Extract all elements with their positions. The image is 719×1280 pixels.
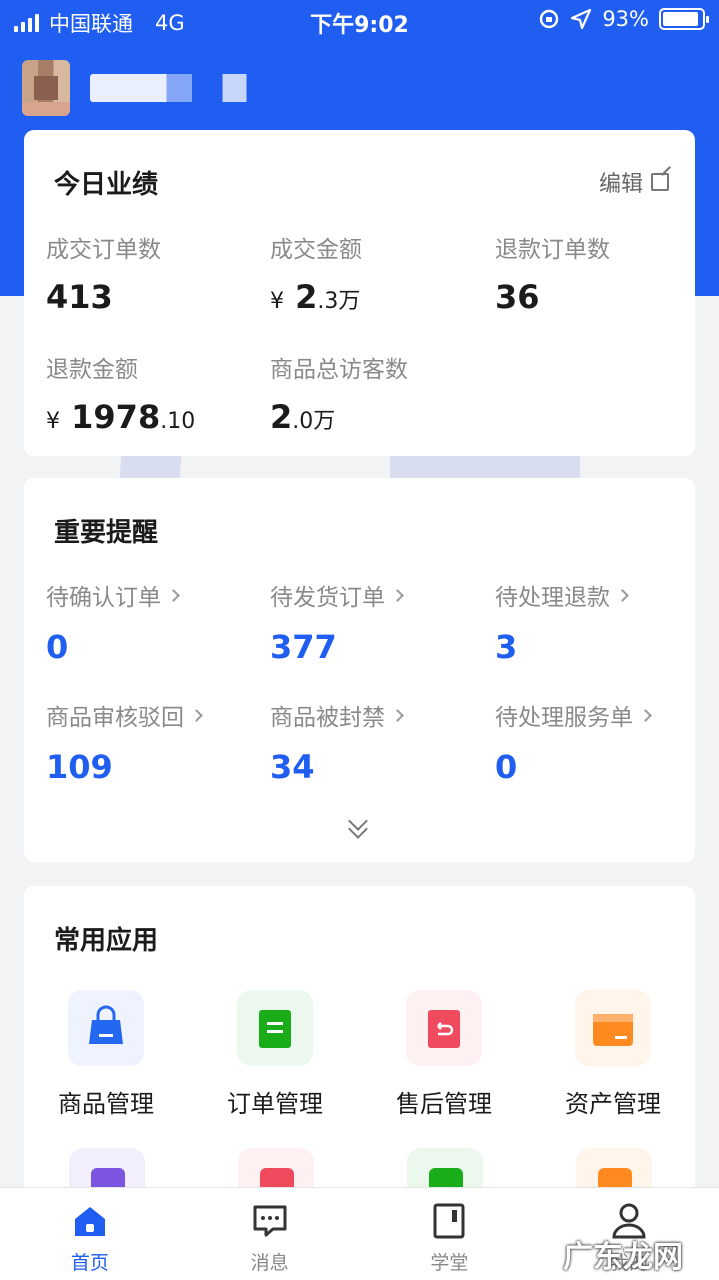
nav-home[interactable]: 首页 xyxy=(0,1188,180,1280)
reminder-label: 待发货订单 xyxy=(270,585,385,611)
nav-label: 学堂 xyxy=(430,1252,469,1274)
status-bar: 中国联通 4G 下午9:02 93% xyxy=(0,0,719,40)
reminder-review-rejected[interactable]: 商品审核驳回 109 xyxy=(46,698,203,786)
reminder-value: 377 xyxy=(270,628,337,666)
wallet-icon xyxy=(593,1014,633,1046)
reminder-value: 3 xyxy=(495,628,518,666)
reminder-label: 待确认订单 xyxy=(46,585,161,611)
app-order-management[interactable]: 订单管理 xyxy=(200,990,350,1119)
reminder-value: 34 xyxy=(270,748,315,786)
location-arrow-icon xyxy=(571,8,592,30)
message-icon xyxy=(251,1202,289,1240)
battery-percent: 93% xyxy=(602,7,649,31)
reminder-value: 0 xyxy=(46,628,69,666)
nav-messages[interactable]: 消息 xyxy=(180,1188,360,1280)
stat-value: 2.0万 xyxy=(270,398,336,436)
book-icon xyxy=(430,1202,468,1240)
reminder-value: 109 xyxy=(46,748,113,786)
stat-value: 36 xyxy=(495,278,540,316)
stat-amount[interactable]: 成交金额 ¥ 2.3万 xyxy=(270,230,362,316)
expand-down-icon[interactable] xyxy=(348,811,370,840)
reminder-pending-refund[interactable]: 待处理退款 3 xyxy=(495,578,629,666)
stat-refund-orders[interactable]: 退款订单数 36 xyxy=(495,230,610,316)
nav-school[interactable]: 学堂 xyxy=(360,1188,540,1280)
stat-value: ¥ 1978.10 xyxy=(46,398,196,436)
app-asset-management[interactable]: 资产管理 xyxy=(538,990,688,1119)
app-label: 商品管理 xyxy=(58,1090,154,1118)
brand-watermark: 广东龙网 xyxy=(563,1240,683,1275)
reminders-title: 重要提醒 xyxy=(54,518,159,548)
app-label: 资产管理 xyxy=(565,1090,661,1118)
screen-rotation-lock-icon xyxy=(540,9,559,29)
performance-title: 今日业绩 xyxy=(54,170,159,200)
edit-button[interactable]: 编辑 xyxy=(599,166,669,198)
nav-label: 消息 xyxy=(250,1252,289,1274)
stat-label: 成交订单数 xyxy=(46,237,161,263)
apps-card: 常用应用 商品管理 订单管理 售后管理 资产管理 xyxy=(24,886,695,1224)
stat-label: 退款订单数 xyxy=(495,237,610,263)
reminder-service-orders[interactable]: 待处理服务单 0 xyxy=(495,698,652,786)
user-profile[interactable]: ▇▇▇▇ ▄ ▙ xyxy=(22,60,260,116)
nav-label: 首页 xyxy=(70,1252,109,1274)
reminders-card: 重要提醒 待确认订单 0 待发货订单 377 待处理退款 3 商品审核驳回 10… xyxy=(24,478,695,862)
reminder-label: 待处理服务单 xyxy=(495,705,633,731)
stat-label: 退款金额 xyxy=(46,357,138,383)
stat-refund-amount[interactable]: 退款金额 ¥ 1978.10 xyxy=(46,350,195,436)
reminder-label: 商品被封禁 xyxy=(270,705,385,731)
stat-visitors[interactable]: 商品总访客数 2.0万 xyxy=(270,350,408,436)
stat-label: 成交金额 xyxy=(270,237,362,263)
battery-icon xyxy=(659,8,709,30)
app-product-management[interactable]: 商品管理 xyxy=(31,990,181,1119)
reminder-value: 0 xyxy=(495,748,518,786)
reminder-banned[interactable]: 商品被封禁 34 xyxy=(270,698,404,786)
home-icon xyxy=(71,1202,109,1240)
shopping-bag-icon xyxy=(89,1005,123,1044)
edit-icon xyxy=(651,173,669,191)
avatar[interactable] xyxy=(22,60,70,116)
chevron-right-icon xyxy=(639,708,652,722)
reminder-pending-confirm[interactable]: 待确认订单 0 xyxy=(46,578,180,666)
stat-value: 413 xyxy=(46,278,113,316)
username-blurred: ▇▇▇▇ ▄ ▙ xyxy=(90,74,260,102)
reminder-pending-ship[interactable]: 待发货订单 377 xyxy=(270,578,404,666)
chevron-right-icon xyxy=(391,588,404,602)
after-sale-return-icon xyxy=(428,1010,460,1048)
app-label: 售后管理 xyxy=(396,1090,492,1118)
apps-title: 常用应用 xyxy=(54,926,159,956)
chevron-right-icon xyxy=(616,588,629,602)
chevron-right-icon xyxy=(167,588,180,602)
chevron-right-icon xyxy=(190,708,203,722)
app-label: 订单管理 xyxy=(227,1090,323,1118)
stat-label: 商品总访客数 xyxy=(270,357,408,383)
reminder-label: 商品审核驳回 xyxy=(46,705,184,731)
stat-value: ¥ 2.3万 xyxy=(270,278,361,316)
stat-orders[interactable]: 成交订单数 413 xyxy=(46,230,161,316)
chevron-right-icon xyxy=(391,708,404,722)
order-clipboard-icon xyxy=(259,1010,291,1048)
reminder-label: 待处理退款 xyxy=(495,585,610,611)
performance-card: 今日业绩 编辑 成交订单数 413 成交金额 ¥ 2.3万 退款订单数 36 退… xyxy=(24,130,695,456)
app-after-sale-management[interactable]: 售后管理 xyxy=(369,990,519,1119)
edit-label: 编辑 xyxy=(598,172,643,197)
